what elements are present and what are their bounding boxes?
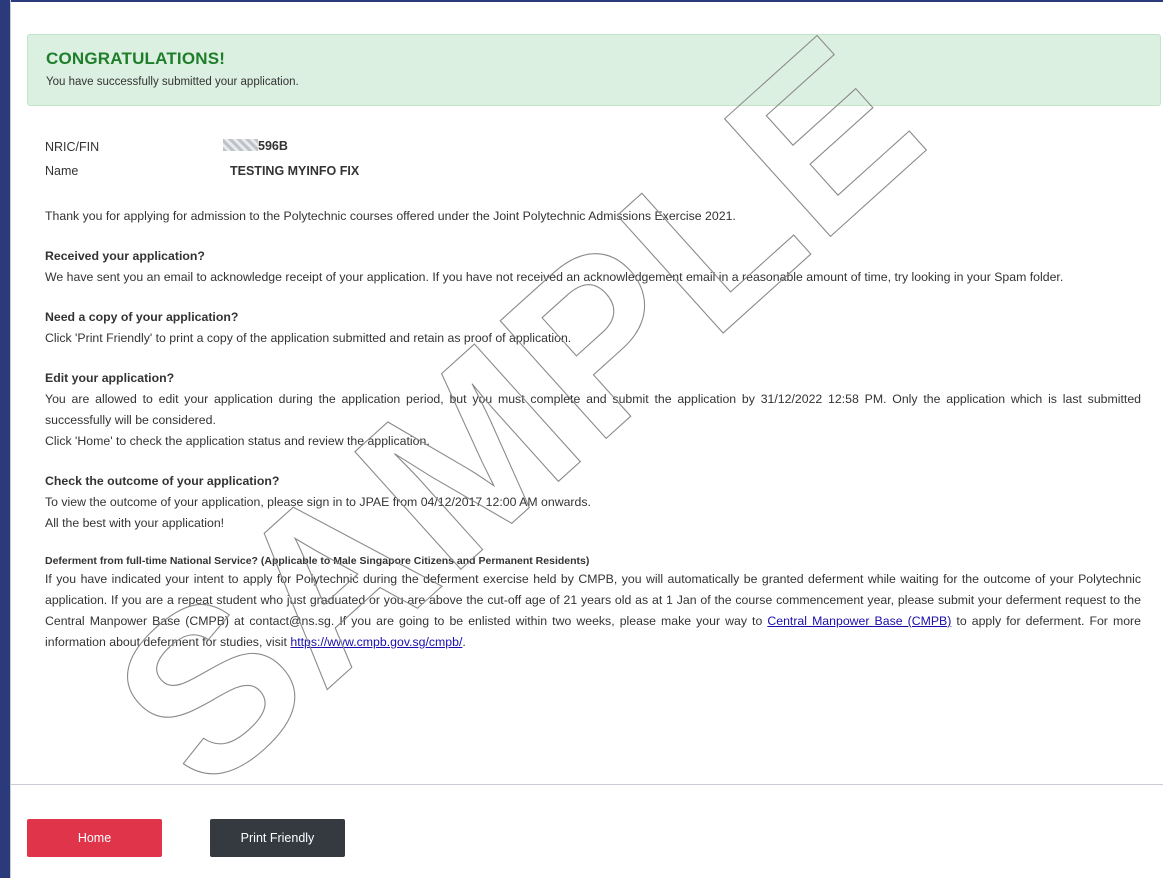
copy-text: Click 'Print Friendly' to print a copy o… <box>45 331 572 345</box>
cmpb-link[interactable]: Central Manpower Base (CMPB) <box>767 614 951 628</box>
success-title: CONGRATULATIONS! <box>46 49 226 68</box>
edit-text: You are allowed to edit your application… <box>45 392 1141 427</box>
nric-label: NRIC/FIN <box>45 140 100 154</box>
top-border <box>11 0 1163 2</box>
message-content: Thank you for applying for admission to … <box>45 206 1141 653</box>
deferment-heading: Deferment from full-time National Servic… <box>45 555 590 567</box>
cmpb-url-link[interactable]: https://www.cmpb.gov.sg/cmpb/ <box>290 635 462 649</box>
success-message: You have successfully submitted your app… <box>46 76 299 88</box>
confirmation-panel: CONGRATULATIONS! You have successfully s… <box>10 0 1163 878</box>
home-button[interactable]: Home <box>27 819 162 857</box>
outcome-heading: Check the outcome of your application? <box>45 474 280 488</box>
name-value: TESTING MYINFO FIX <box>230 164 360 178</box>
nric-suffix: 596B <box>258 139 288 153</box>
masked-digits <box>223 139 258 151</box>
deferment-text: If you have indicated your intent to app… <box>45 569 1141 653</box>
best-wishes-text: All the best with your application! <box>45 516 225 530</box>
nric-value: 596B <box>223 139 288 153</box>
intro-text: Thank you for applying for admission to … <box>45 209 736 223</box>
deferment-text-c: . <box>462 635 466 649</box>
edit-heading: Edit your application? <box>45 371 175 385</box>
edit-home-text: Click 'Home' to check the application st… <box>45 434 430 448</box>
outcome-text: To view the outcome of your application,… <box>45 495 591 509</box>
name-label: Name <box>45 164 79 178</box>
received-heading: Received your application? <box>45 249 205 263</box>
print-friendly-button[interactable]: Print Friendly <box>210 819 345 857</box>
received-text: We have sent you an email to acknowledge… <box>45 270 1064 284</box>
success-banner: CONGRATULATIONS! You have successfully s… <box>27 34 1161 106</box>
footer-divider <box>11 784 1163 785</box>
copy-heading: Need a copy of your application? <box>45 310 239 324</box>
